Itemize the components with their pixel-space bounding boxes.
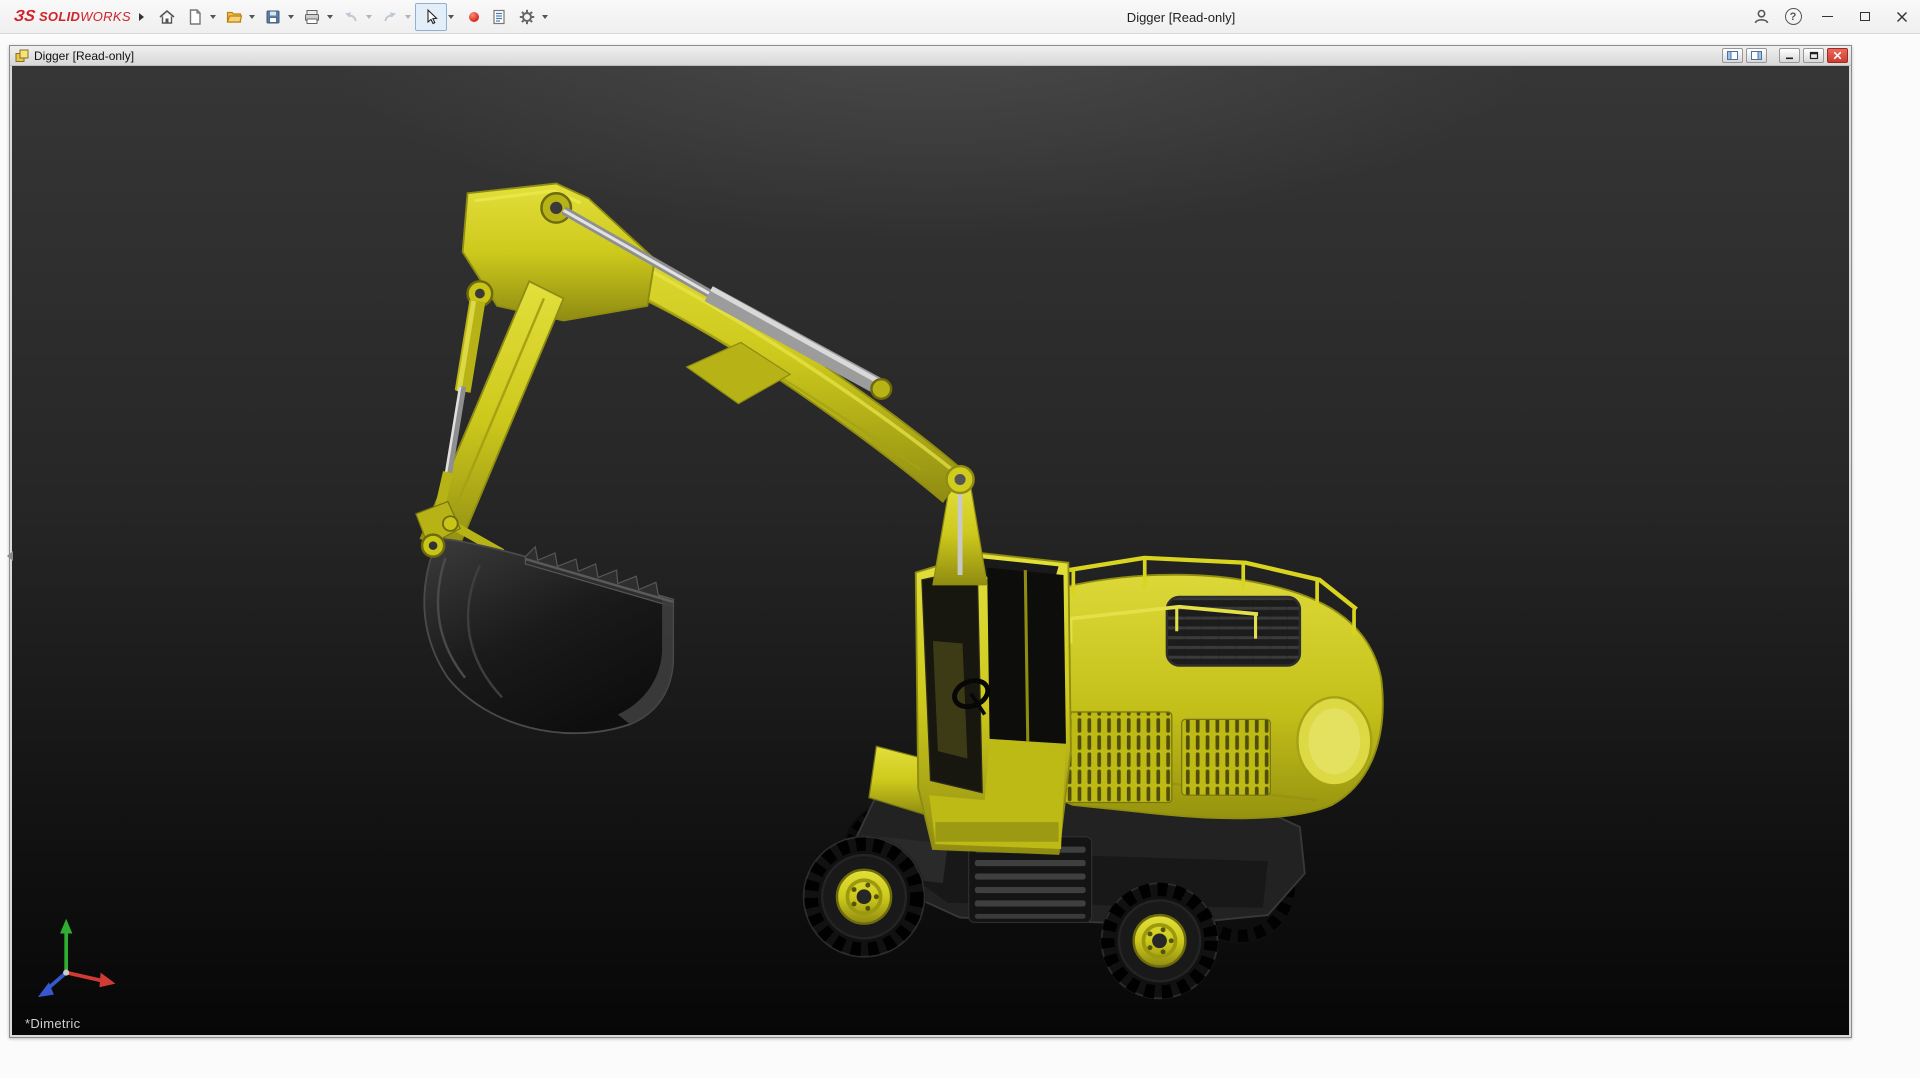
redo-icon	[381, 8, 399, 26]
appearance-button[interactable]	[464, 4, 484, 30]
settings-gear-icon	[518, 8, 536, 26]
new-document-dropdown[interactable]	[210, 15, 216, 19]
save-icon	[264, 8, 282, 26]
help-button[interactable]: ?	[1777, 0, 1809, 34]
doc-minimize-icon	[1785, 51, 1794, 60]
open-dropdown[interactable]	[249, 15, 255, 19]
wheel-rear	[1100, 882, 1218, 999]
print-button[interactable]	[299, 4, 325, 30]
pane-left-toggle-button[interactable]	[1722, 48, 1743, 63]
doc-minimize-button[interactable]	[1779, 48, 1800, 63]
assembly-document-icon	[15, 49, 29, 63]
digger-model[interactable]	[38, 183, 1383, 999]
graphics-viewport[interactable]: *Dimetric	[12, 66, 1849, 1035]
bucket	[424, 538, 673, 733]
file-properties-icon	[490, 8, 508, 26]
select-tool-button[interactable]	[418, 4, 444, 30]
doc-close-button[interactable]	[1827, 48, 1848, 63]
doc-restore-icon	[1809, 51, 1819, 60]
app-maximize-button[interactable]	[1846, 0, 1883, 34]
panel-expand-arrow[interactable]	[3, 543, 17, 569]
app-title: Digger [Read-only]	[1127, 0, 1235, 34]
user-account-button[interactable]	[1745, 0, 1777, 34]
digger-3d-model[interactable]	[12, 66, 1849, 1035]
select-tool-wrap	[415, 3, 447, 31]
menu-expand-arrow-icon[interactable]	[139, 13, 144, 21]
open-folder-icon	[225, 8, 243, 26]
save-button[interactable]	[260, 4, 286, 30]
brand-solid: SOLID	[39, 9, 80, 24]
quick-access-toolbar	[153, 3, 552, 31]
solidworks-logo[interactable]: ЗS SOLIDWORKS	[14, 8, 131, 26]
redo-button[interactable]	[377, 4, 403, 30]
app-minimize-button[interactable]	[1809, 0, 1846, 34]
orientation-triad[interactable]	[38, 919, 116, 997]
mdi-area: Digger [Read-only]	[0, 34, 1920, 1078]
pane-left-icon	[1727, 51, 1738, 60]
document-title: Digger [Read-only]	[34, 49, 134, 63]
maximize-icon	[1860, 12, 1870, 21]
document-window-controls	[1719, 48, 1848, 63]
titlebar-right: ?	[1745, 0, 1920, 33]
cab	[916, 553, 1071, 854]
print-icon	[303, 8, 321, 26]
x-axis-arrow	[99, 973, 115, 988]
app-close-button[interactable]	[1883, 0, 1920, 34]
undo-button[interactable]	[338, 4, 364, 30]
save-dropdown[interactable]	[288, 15, 294, 19]
options-button[interactable]	[514, 4, 540, 30]
brand-works: WORKS	[80, 9, 131, 24]
wheel-front	[802, 836, 925, 958]
document-window: Digger [Read-only]	[9, 45, 1852, 1038]
new-document-button[interactable]	[182, 4, 208, 30]
user-account-icon	[1752, 7, 1771, 26]
doc-close-icon	[1833, 51, 1842, 60]
solidworks-app: ЗS SOLIDWORKS	[0, 0, 1920, 1078]
boom-arm	[421, 183, 987, 584]
undo-dropdown[interactable]	[366, 15, 372, 19]
pane-right-icon	[1751, 51, 1762, 60]
home-button[interactable]	[154, 4, 180, 30]
minimize-icon	[1822, 16, 1833, 18]
ds-logo-glyph: ЗS	[13, 8, 36, 26]
options-dropdown[interactable]	[542, 15, 548, 19]
pane-right-toggle-button[interactable]	[1746, 48, 1767, 63]
doc-restore-button[interactable]	[1803, 48, 1824, 63]
close-icon	[1896, 11, 1908, 23]
chevron-left-icon	[7, 551, 13, 561]
select-cursor-icon	[422, 8, 440, 26]
file-properties-button[interactable]	[486, 4, 512, 30]
print-dropdown[interactable]	[327, 15, 333, 19]
select-tool-dropdown[interactable]	[448, 15, 454, 19]
redo-dropdown[interactable]	[405, 15, 411, 19]
undo-icon	[342, 8, 360, 26]
help-icon: ?	[1785, 8, 1802, 25]
home-icon	[158, 8, 176, 26]
engine-body	[1054, 558, 1383, 819]
document-titlebar[interactable]: Digger [Read-only]	[10, 46, 1851, 66]
view-orientation-label: *Dimetric	[25, 1016, 80, 1031]
new-document-icon	[186, 8, 204, 26]
red-sphere-icon	[467, 10, 481, 24]
app-titlebar[interactable]: ЗS SOLIDWORKS	[0, 0, 1920, 34]
open-button[interactable]	[221, 4, 247, 30]
y-axis-arrow	[60, 919, 72, 934]
